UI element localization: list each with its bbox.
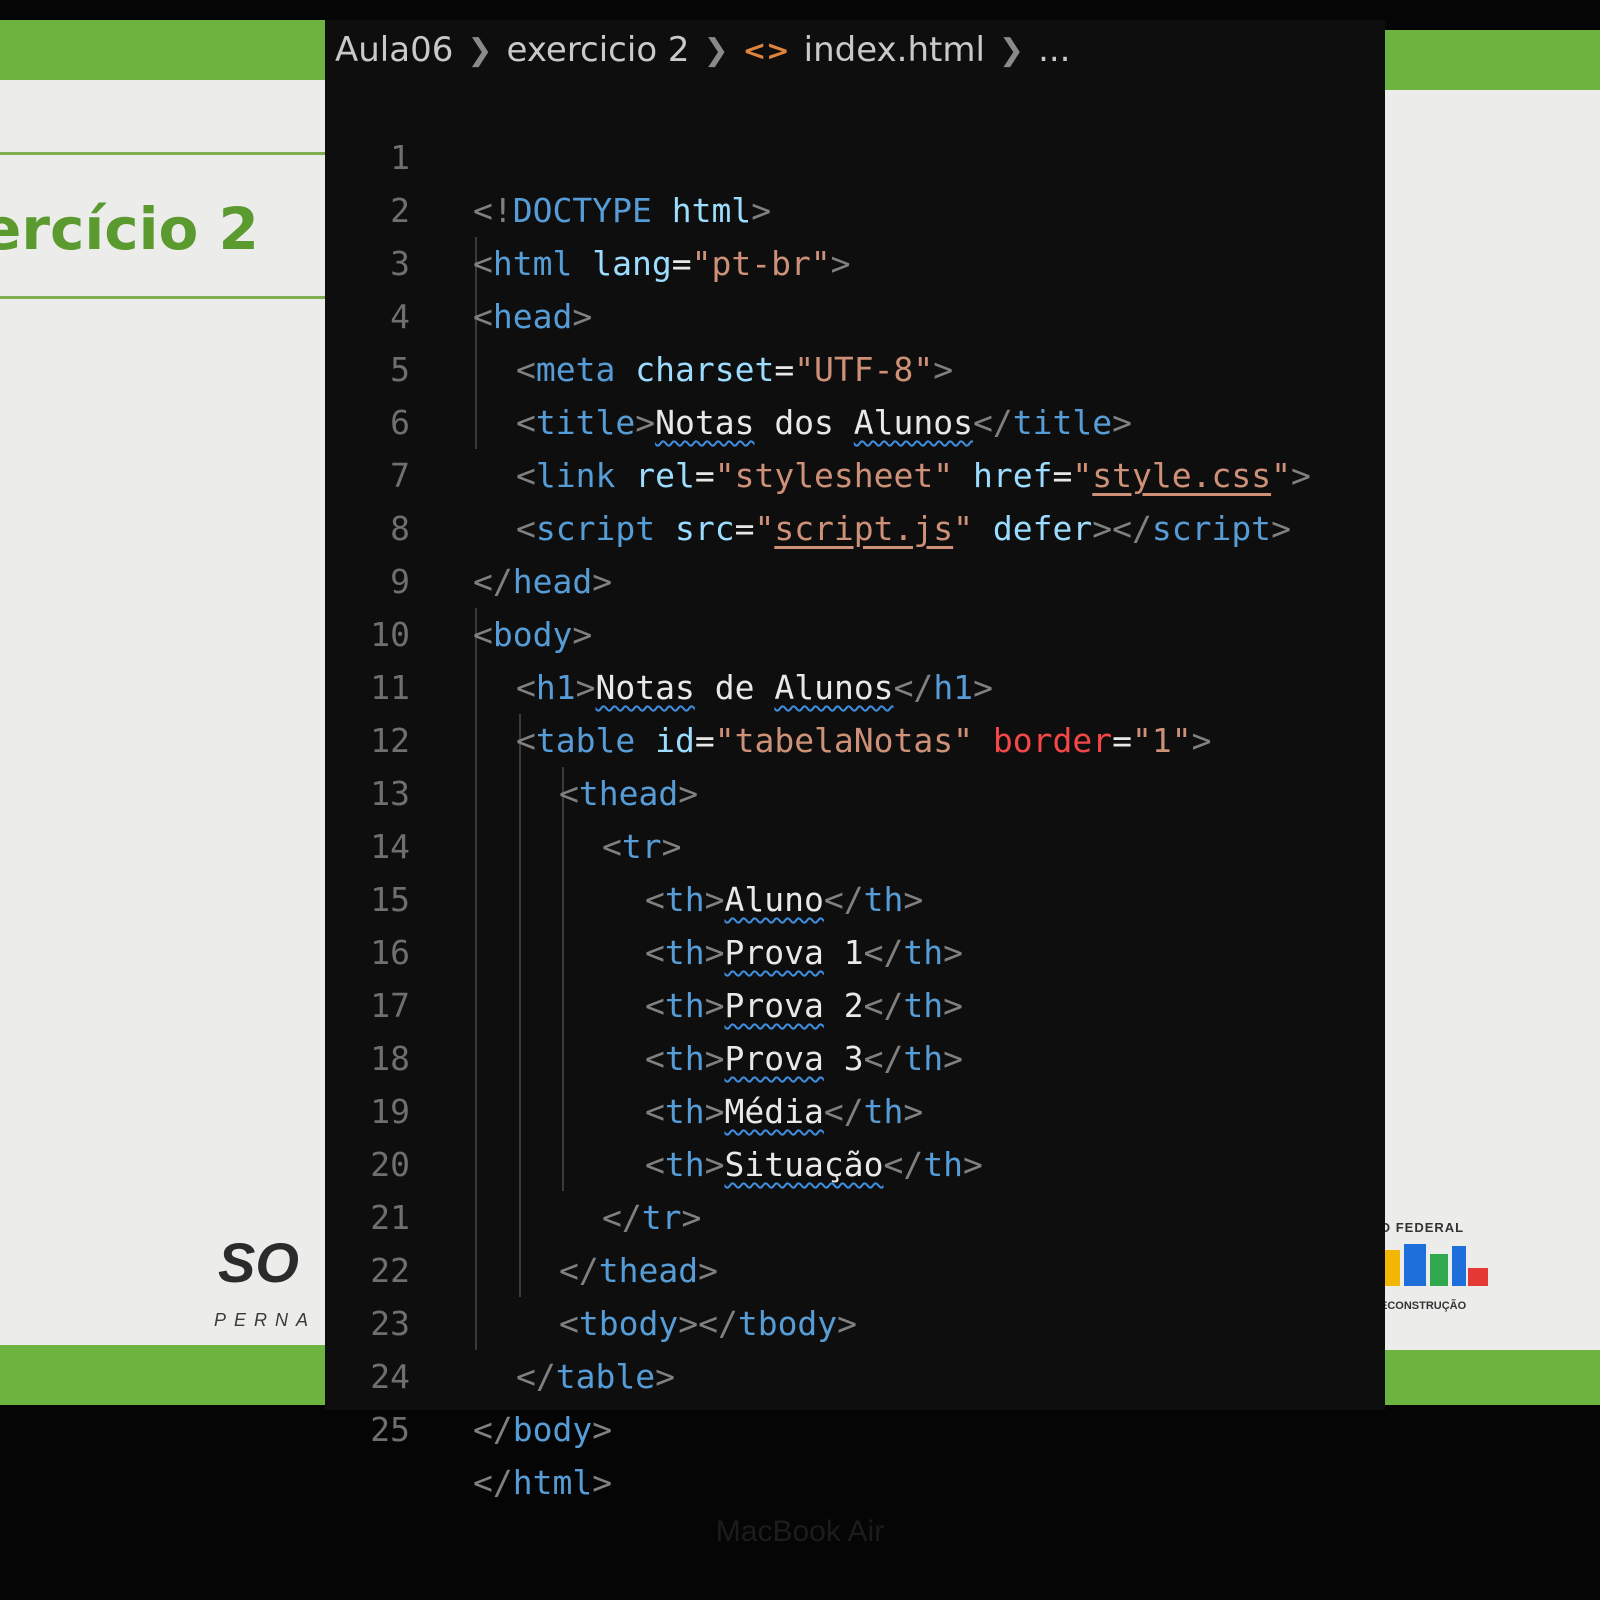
breadcrumb-subfolder[interactable]: exercicio 2 bbox=[507, 30, 690, 70]
chevron-right-icon: ❯ bbox=[467, 32, 493, 68]
code-line[interactable]: 23 </table> bbox=[325, 1244, 1385, 1396]
code-line[interactable]: 1 <!DOCTYPE html> bbox=[325, 78, 1385, 230]
slide-divider bbox=[0, 152, 340, 155]
code-line[interactable]: 22 <tbody></tbody> bbox=[325, 1191, 1385, 1343]
breadcrumb-folder[interactable]: Aula06 bbox=[335, 30, 453, 70]
slide-logo: SO bbox=[218, 1231, 299, 1294]
chevron-right-icon: ❯ bbox=[703, 32, 729, 68]
background-slide-left: ercício 2 SO PERNA bbox=[0, 20, 340, 1405]
code-line[interactable]: 25 </html> bbox=[325, 1350, 1385, 1502]
code-line[interactable]: 3 <head> bbox=[325, 184, 1385, 336]
gov-logo-caption: O FEDERAL bbox=[1380, 1220, 1465, 1235]
breadcrumb: Aula06 ❯ exercicio 2 ❯ <> index.html ❯ .… bbox=[335, 28, 1071, 72]
code-editor[interactable]: Aula06 ❯ exercicio 2 ❯ <> index.html ❯ .… bbox=[325, 20, 1385, 1502]
slide-title: ercício 2 bbox=[0, 195, 259, 263]
slide-green-band-top bbox=[0, 20, 340, 80]
code-line[interactable]: 17 <th>Prova 3</th> bbox=[325, 926, 1385, 1078]
code-line[interactable]: 18 <th>Média</th> bbox=[325, 979, 1385, 1131]
slide-green-band-bottom bbox=[0, 1345, 340, 1405]
breadcrumb-file[interactable]: index.html bbox=[804, 30, 985, 70]
breadcrumb-more[interactable]: ... bbox=[1038, 30, 1070, 70]
code-area[interactable]: 1 <!DOCTYPE html> 2 <html lang="pt-br"> … bbox=[325, 78, 1385, 1502]
code-line[interactable]: 9 <body> bbox=[325, 502, 1385, 654]
code-line[interactable]: 21 </thead> bbox=[325, 1138, 1385, 1290]
code-line[interactable]: 2 <html lang="pt-br"> bbox=[325, 131, 1385, 283]
code-line[interactable]: 15 <th>Prova 1</th> bbox=[325, 820, 1385, 972]
code-line[interactable]: 16 <th>Prova 2</th> bbox=[325, 873, 1385, 1025]
slide-green-band-bottom bbox=[1380, 1350, 1600, 1405]
code-line[interactable]: 11 <table id="tabelaNotas" border="1"> bbox=[325, 608, 1385, 760]
device-label: MacBook Air bbox=[715, 1515, 885, 1548]
slide-logo-subtitle: PERNA bbox=[214, 1310, 317, 1330]
code-line[interactable]: 4 <meta charset="UTF-8"> bbox=[325, 237, 1385, 389]
html-file-icon: <> bbox=[742, 33, 790, 67]
code-line[interactable]: 13 <tr> bbox=[325, 714, 1385, 866]
chevron-right-icon: ❯ bbox=[998, 32, 1025, 68]
slide-green-band-top bbox=[1380, 30, 1600, 90]
gov-logo-caption: ECONSTRUÇÃO bbox=[1380, 1300, 1467, 1312]
background-slide-right: O FEDERAL ECONSTRUÇÃO bbox=[1380, 30, 1600, 1405]
code-line[interactable]: 12 <thead> bbox=[325, 661, 1385, 813]
slide-divider bbox=[0, 296, 340, 299]
code-line[interactable]: 19 <th>Situação</th> bbox=[325, 1032, 1385, 1184]
code-line[interactable]: 5 <title>Notas dos Alunos</title> bbox=[325, 290, 1385, 442]
line-number: 25 bbox=[370, 1410, 410, 1449]
gov-logo-mark bbox=[1380, 1244, 1488, 1286]
code-line[interactable]: 8 </head> bbox=[325, 449, 1385, 601]
code-line[interactable]: 14 <th>Aluno</th> bbox=[325, 767, 1385, 919]
code-line[interactable]: 20 </tr> bbox=[325, 1085, 1385, 1237]
code-line[interactable]: 6 <link rel="stylesheet" href="style.css… bbox=[325, 343, 1385, 495]
code-line[interactable]: 24 </body> bbox=[325, 1297, 1385, 1449]
code-line[interactable]: 7 <script src="script.js" defer></script… bbox=[325, 396, 1385, 548]
code-line[interactable]: 10 <h1>Notas de Alunos</h1> bbox=[325, 555, 1385, 707]
